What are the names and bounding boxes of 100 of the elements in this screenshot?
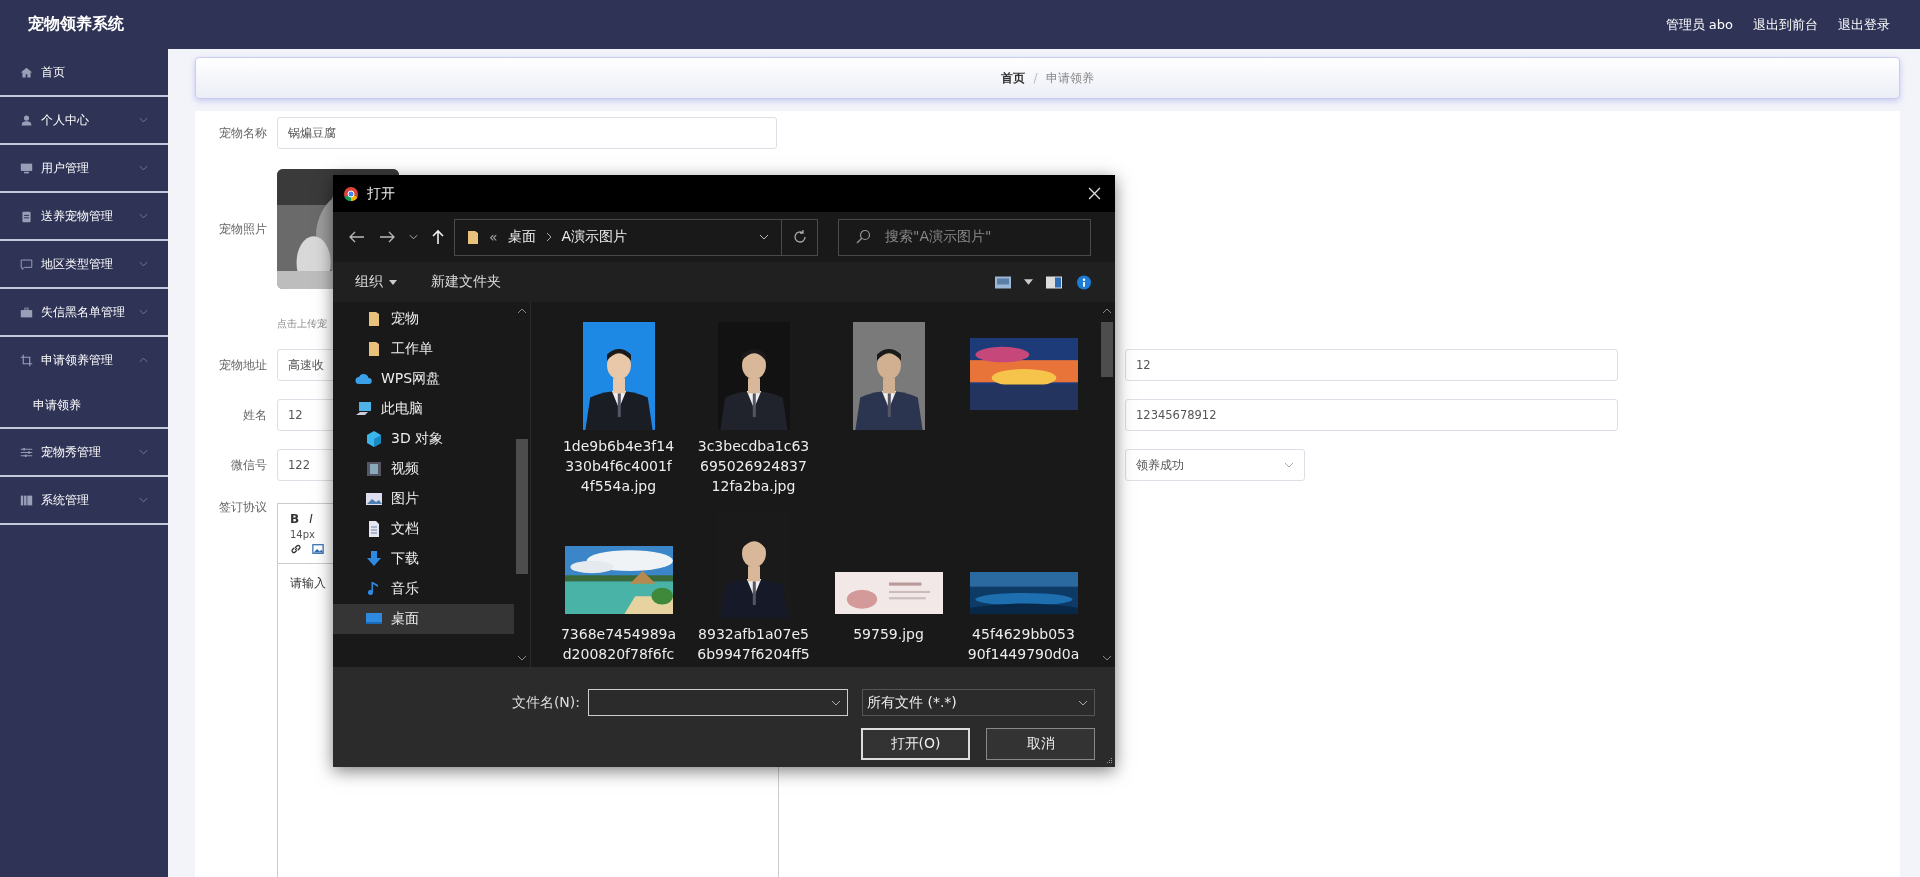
file-type-select[interactable]: 所有文件 (*.*) [862, 689, 1095, 716]
field-label: 微信号 [230, 456, 267, 474]
font-size-select[interactable]: 14px [290, 529, 315, 540]
nav-item[interactable]: 下载 [333, 544, 514, 574]
sidebar-item[interactable]: 首页 [0, 49, 168, 95]
sidebar-item[interactable]: 宠物秀管理 [0, 429, 168, 475]
path-segment[interactable]: 桌面 [507, 228, 536, 246]
file-item[interactable]: 7368e7454989a d200820f78f6fc [551, 500, 686, 664]
chevron-icon [139, 309, 148, 315]
breadcrumb-link[interactable]: 首页 [1001, 69, 1026, 87]
crop-icon [20, 353, 33, 367]
cancel-button[interactable]: 取消 [986, 728, 1095, 760]
nav-item[interactable]: 3D 对象 [333, 424, 514, 454]
scroll-up-icon[interactable] [517, 308, 527, 314]
caret-icon [389, 279, 397, 285]
top-link[interactable]: 管理员 abo [1665, 15, 1733, 34]
editor-placeholder: 请输入 [289, 575, 327, 592]
caret-icon[interactable] [759, 234, 769, 240]
nav-item[interactable]: 工作单 [333, 334, 514, 364]
up-arrow-icon[interactable] [432, 229, 444, 245]
input-field[interactable]: 锅煸豆腐 [277, 117, 777, 149]
top-link[interactable]: 退出到前台 [1753, 15, 1818, 34]
image-icon[interactable] [312, 543, 324, 555]
preview-pane-icon[interactable] [1045, 274, 1063, 290]
file-item[interactable]: 3c3becdba1c63 695026924837 12fa2ba.jpg [686, 312, 821, 496]
scroll-down-icon[interactable] [517, 655, 527, 661]
new-folder-button[interactable]: 新建文件夹 [431, 273, 501, 291]
caret-icon [1078, 699, 1088, 706]
view-icon[interactable] [994, 274, 1012, 290]
scroll-down-icon[interactable] [1102, 655, 1112, 661]
file-name: 7368e7454989a d200820f78f6fc [560, 625, 677, 664]
user-icon [20, 113, 33, 127]
sidebar-item[interactable]: 失信黑名单管理 [0, 289, 168, 335]
nav-item[interactable]: 桌面 [333, 604, 514, 634]
nav-item[interactable]: 图片 [333, 484, 514, 514]
top-link[interactable]: 退出登录 [1838, 15, 1890, 34]
chevron-icon [1284, 462, 1294, 468]
refresh-button[interactable] [782, 218, 818, 256]
file-name-field[interactable] [588, 689, 848, 716]
chevron-icon [139, 117, 148, 123]
breadcrumb-link[interactable]: 申请领养 [1045, 69, 1094, 87]
cube-icon [365, 430, 383, 448]
help-icon[interactable] [1075, 274, 1093, 290]
input-field[interactable]: 12345678912 [1125, 399, 1618, 431]
file-name: 1de9b6b4e3f14 330b4f6c4001f 4f554a.jpg [562, 437, 675, 496]
resize-grip-icon[interactable] [1105, 757, 1113, 765]
scroll-thumb[interactable] [1101, 322, 1113, 377]
home-icon [20, 65, 33, 79]
chevron-icon [139, 213, 148, 219]
forward-arrow-icon[interactable] [379, 231, 395, 243]
field-label: 宠物名称 [218, 124, 267, 142]
caret-icon[interactable] [1024, 279, 1033, 285]
path-overflow: « [489, 229, 498, 245]
nav-item[interactable]: 宠物 [333, 304, 514, 334]
sidebar-item[interactable]: 系统管理 [0, 477, 168, 523]
nav-item[interactable]: 视频 [333, 454, 514, 484]
file-item[interactable]: 8932afb1a07e5 6b9947f6204ff5 [686, 500, 821, 664]
address-bar[interactable]: « 桌面 A演示图片 [454, 218, 782, 256]
nav-item[interactable]: 文档 [333, 514, 514, 544]
field-label: 宠物照片 [218, 220, 267, 238]
scroll-thumb[interactable] [516, 439, 528, 574]
sidebar-item[interactable]: 地区类型管理 [0, 241, 168, 287]
chat-icon [20, 257, 33, 271]
scroll-up-icon[interactable] [1102, 308, 1112, 314]
upload-hint: 点击上传宠 [277, 317, 327, 331]
open-button[interactable]: 打开(O) [861, 728, 970, 760]
chevron-icon [139, 449, 148, 455]
sidebar-item[interactable]: 申请领养管理 [0, 337, 168, 383]
file-item[interactable]: 1de9b6b4e3f14 330b4f6c4001f 4f554a.jpg [551, 312, 686, 496]
file-item[interactable]: 45f4629bb053 90f1449790d0a [956, 500, 1091, 664]
nav-item[interactable]: 此电脑 [333, 394, 514, 424]
sidebar-item[interactable]: 用户管理 [0, 145, 168, 191]
caret-icon[interactable] [409, 234, 418, 240]
search-icon [855, 229, 871, 245]
close-icon[interactable] [1088, 187, 1101, 200]
folder-icon [467, 229, 479, 245]
briefcase-icon [20, 305, 33, 319]
file-name-label: 文件名(N): [511, 693, 580, 712]
italic-button[interactable]: I [309, 512, 313, 526]
sidebar-item[interactable]: 个人中心 [0, 97, 168, 143]
bars-icon [20, 493, 33, 507]
field-label: 姓名 [242, 406, 267, 424]
status-select[interactable]: 领养成功 [1125, 449, 1305, 481]
nav-item[interactable]: WPS网盘 [333, 364, 514, 394]
chevron-icon [139, 165, 148, 171]
monitor-icon [20, 161, 33, 175]
nav-item[interactable]: 音乐 [333, 574, 514, 604]
field-label: 签订协议 [218, 499, 267, 516]
search-field[interactable]: 搜索"A演示图片" [838, 218, 1091, 256]
sidebar-item[interactable]: 送养宠物管理 [0, 193, 168, 239]
bold-button[interactable]: B [290, 512, 300, 526]
link-icon[interactable] [290, 543, 302, 555]
back-arrow-icon[interactable] [349, 231, 365, 243]
file-item[interactable]: 59759.jpg [821, 500, 956, 664]
path-segment[interactable]: A演示图片 [561, 228, 628, 246]
file-name: 3c3becdba1c63 695026924837 12fa2ba.jpg [697, 437, 810, 496]
file-name: 59759.jpg [853, 625, 924, 644]
sidebar-subitem[interactable]: 申请领养 [0, 383, 168, 427]
file-name: 8932afb1a07e5 6b9947f6204ff5 [697, 625, 810, 664]
input-field[interactable]: 12 [1125, 349, 1618, 381]
